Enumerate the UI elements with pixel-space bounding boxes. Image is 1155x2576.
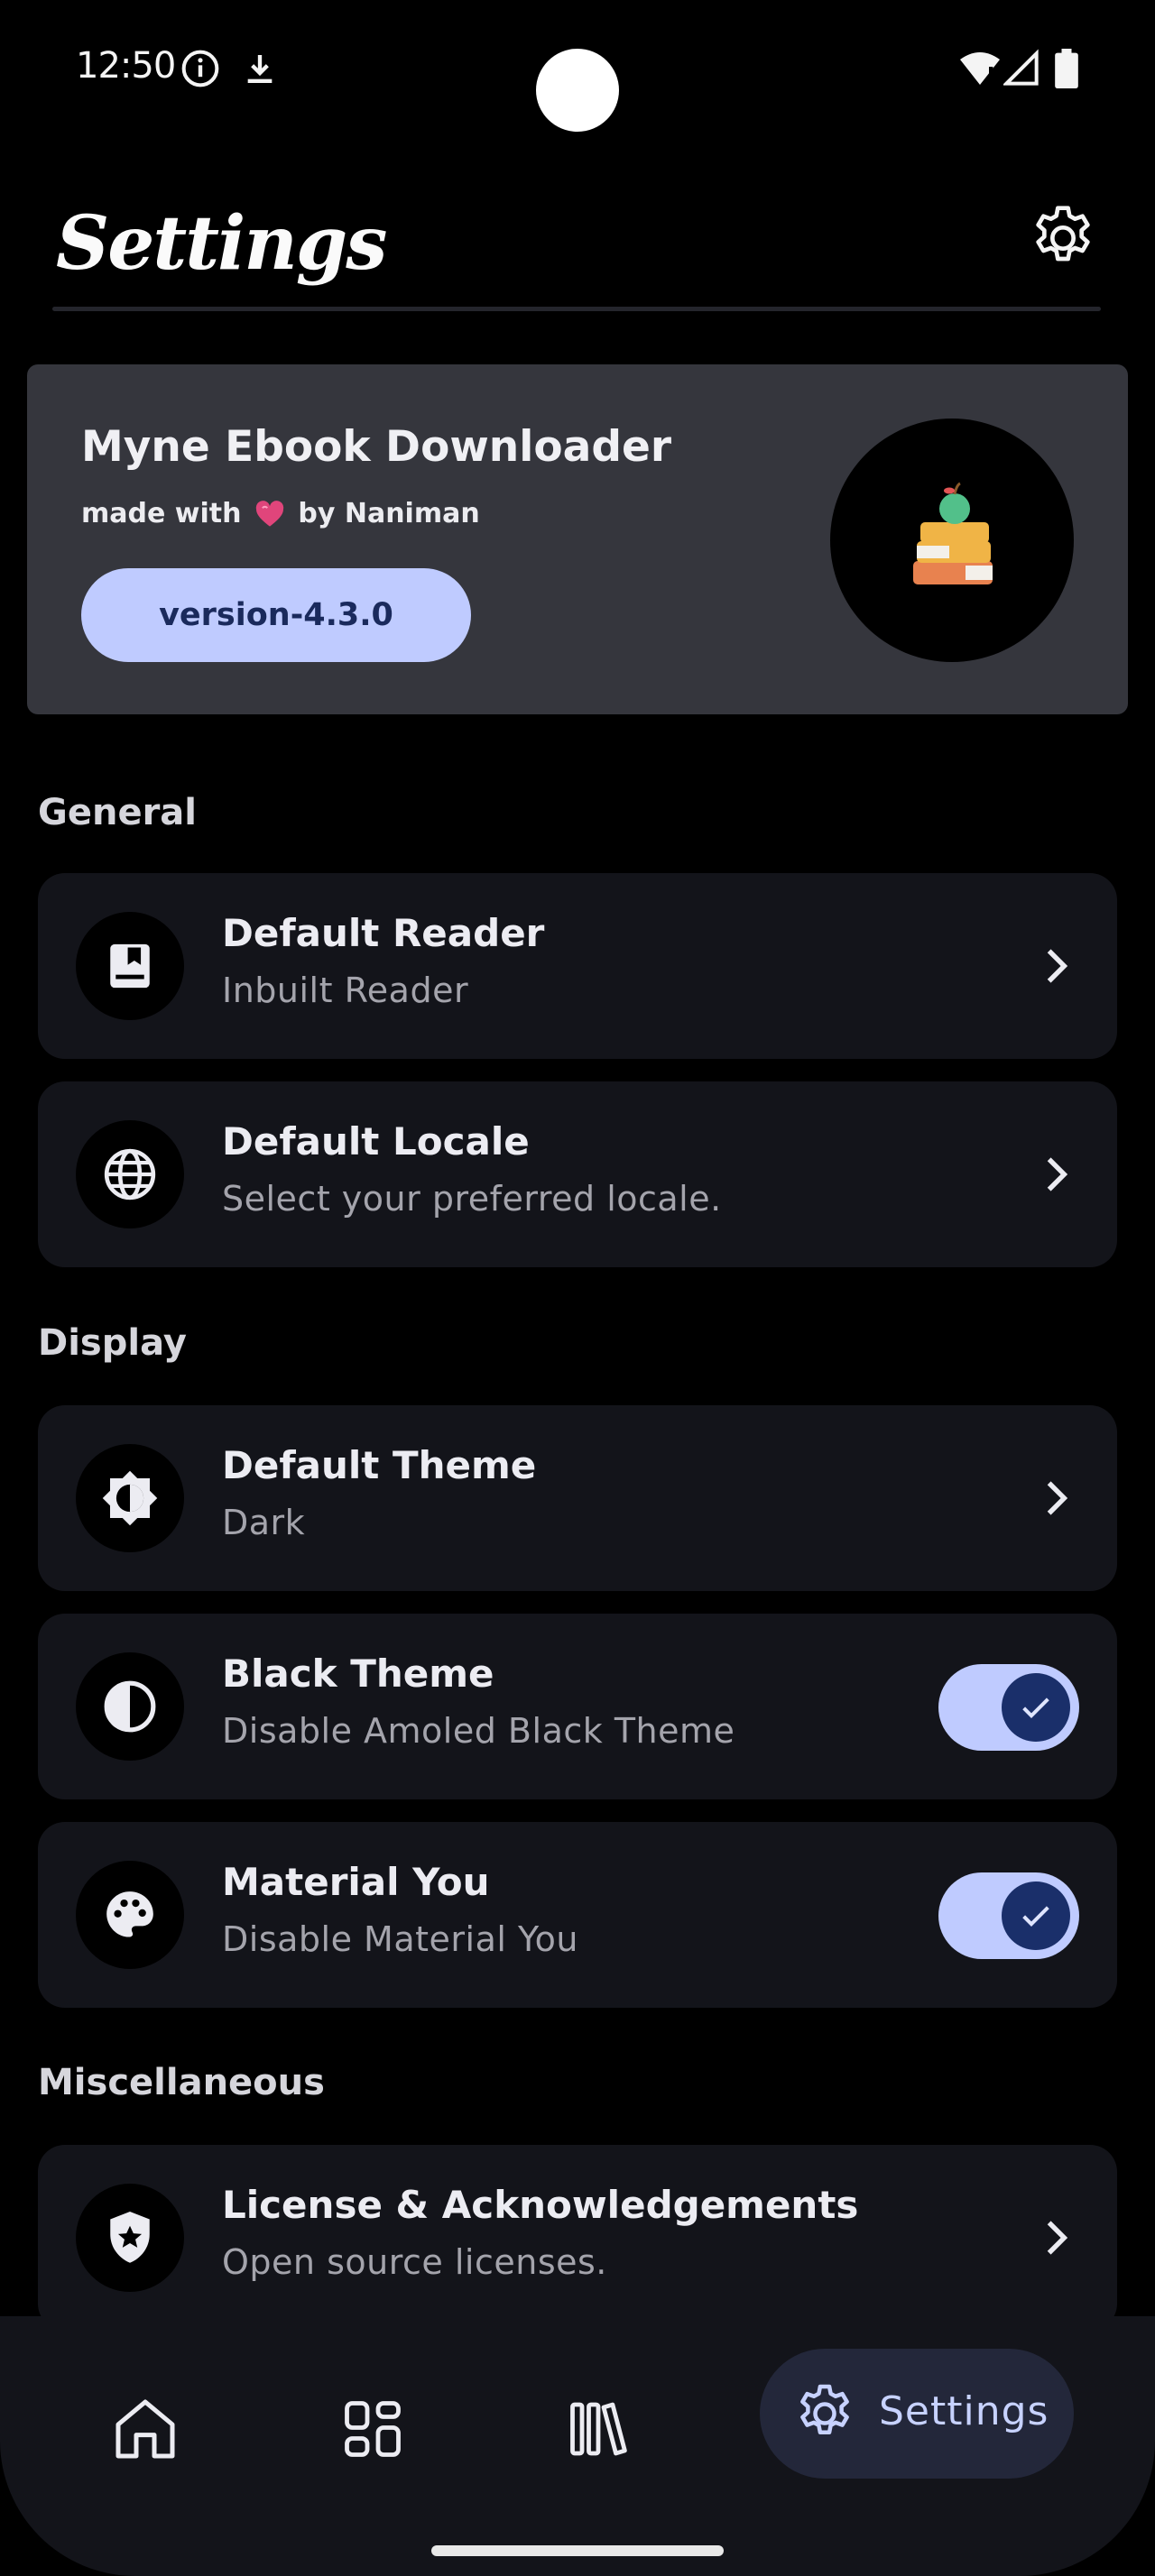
made-prefix: made with [81,498,242,529]
bottom-navigation: Settings [0,2316,1155,2576]
row-title: Black Theme [222,1651,494,1696]
page-title: Settings [56,200,387,287]
row-subtitle: Open source licenses. [222,2242,607,2282]
battery-icon [1055,49,1078,88]
row-title: Default Locale [222,1119,530,1164]
library-icon [570,2402,627,2456]
app-name: Myne Ebook Downloader [81,422,672,472]
check-icon [1022,1697,1049,1718]
books-apple-icon [913,482,993,584]
app-logo [830,419,1074,662]
material-you-toggle[interactable] [938,1872,1079,1959]
brightness-icon [102,1470,158,1526]
row-subtitle: Dark [222,1503,306,1542]
wifi-icon [960,52,1000,85]
black-theme-toggle[interactable] [938,1664,1079,1751]
info-icon [181,50,219,87]
default-locale-item[interactable]: Default Locale Select your preferred loc… [38,1081,1117,1267]
nav-settings[interactable]: Settings [760,2349,1074,2479]
signal-icon [1003,49,1039,86]
row-icon-container [76,1444,184,1552]
black-theme-item: Black Theme Disable Amoled Black Theme [38,1614,1117,1799]
chevron-right-icon [1047,1481,1068,1515]
nav-library[interactable] [549,2379,648,2479]
version-button[interactable]: version-4.3.0 [81,568,471,662]
row-icon-container [76,912,184,1020]
nav-settings-label: Settings [879,2388,1049,2434]
nav-home[interactable] [96,2379,195,2479]
globe-icon [104,1148,156,1201]
shield-star-icon [110,2212,150,2263]
home-icon [116,2399,175,2459]
made-with-text: made with by Naniman [81,498,480,529]
default-theme-item[interactable]: Default Theme Dark [38,1405,1117,1591]
status-time: 12:50 [76,45,176,87]
section-display: Display [38,1322,187,1364]
contrast-icon [104,1680,156,1733]
chevron-right-icon [1047,2221,1068,2255]
row-title: Material You [222,1860,490,1904]
section-misc: Miscellaneous [38,2062,325,2103]
row-subtitle: Disable Material You [222,1919,578,1959]
row-icon-container [76,1120,184,1228]
header-divider [52,307,1101,311]
book-icon [110,943,150,989]
chevron-right-icon [1047,949,1068,983]
row-subtitle: Select your preferred locale. [222,1179,722,1219]
license-item[interactable]: License & Acknowledgements Open source l… [38,2145,1117,2331]
palette-icon [106,1891,153,1937]
home-indicator[interactable] [431,2545,724,2556]
row-title: Default Reader [222,911,545,955]
chevron-right-icon [1047,1157,1068,1191]
heart-icon [255,501,284,527]
toggle-knob [1002,1881,1070,1950]
row-title: License & Acknowledgements [222,2183,859,2227]
material-you-item: Material You Disable Material You [38,1822,1117,2008]
row-icon-container [76,1652,184,1761]
made-suffix: by Naniman [298,498,480,529]
default-reader-item[interactable]: Default Reader Inbuilt Reader [38,873,1117,1059]
categories-icon [345,2401,401,2457]
nav-categories[interactable] [323,2379,422,2479]
check-icon [1022,1906,1049,1927]
status-bar: 12:50 [0,0,1155,135]
app-info-card: Myne Ebook Downloader made with by Nanim… [27,364,1128,714]
gear-icon [800,2384,849,2434]
gear-icon[interactable] [1027,202,1099,274]
row-title: Default Theme [222,1443,537,1487]
row-subtitle: Disable Amoled Black Theme [222,1711,735,1751]
download-icon [247,55,273,83]
row-icon-container [76,1861,184,1969]
camera-cutout [536,49,619,132]
toggle-knob [1002,1673,1070,1742]
row-icon-container [76,2184,184,2292]
section-general: General [38,792,197,833]
phone-screen: 12:50 Settings Myne Ebook Downloader mad… [0,0,1155,2576]
row-subtitle: Inbuilt Reader [222,971,469,1010]
